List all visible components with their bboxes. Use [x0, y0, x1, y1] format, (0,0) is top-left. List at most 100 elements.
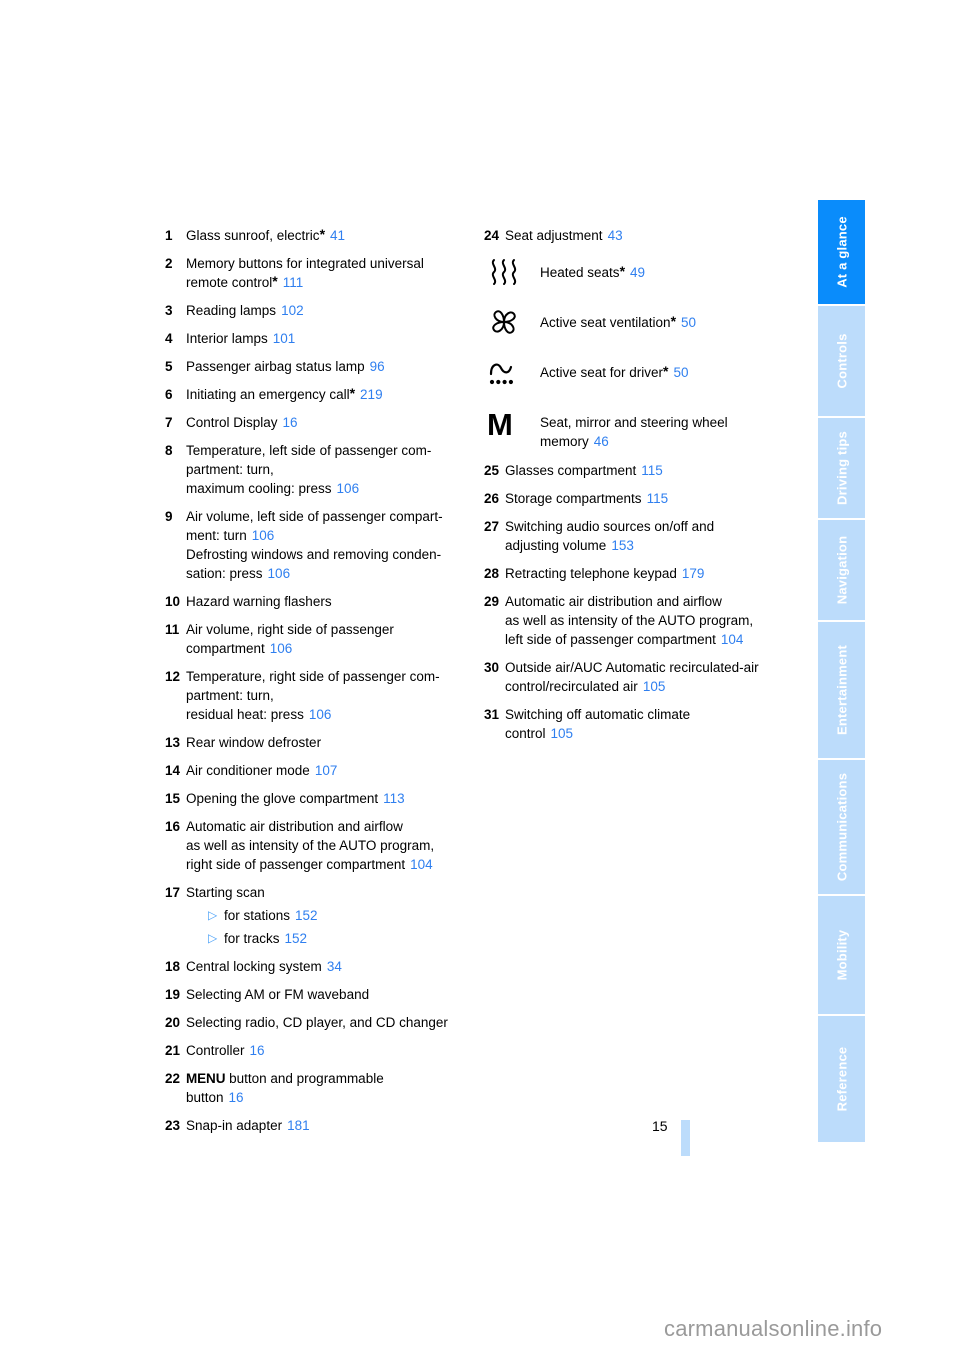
legend-sub-item: ▷ for stations 152: [208, 906, 475, 925]
page-reference-link[interactable]: 16: [283, 415, 298, 430]
legend-entry-number: 25: [484, 463, 500, 478]
page-reference-link[interactable]: 50: [674, 365, 689, 380]
entry-text: remote control: [186, 275, 273, 290]
page-reference-link[interactable]: 96: [370, 359, 385, 374]
entry-text: compartment: [186, 641, 265, 656]
page-reference-link[interactable]: 104: [721, 632, 744, 647]
entry-text: Passenger airbag status lamp: [186, 359, 365, 374]
entry-line: Reading lamps 102: [186, 301, 475, 320]
entry-line: button 16: [186, 1088, 475, 1107]
page-reference-link[interactable]: 152: [285, 929, 308, 948]
page-reference-link[interactable]: 105: [643, 679, 666, 694]
page-reference-link[interactable]: 152: [295, 906, 318, 925]
right-column: 24 Seat adjustment 43 Heated seats* 49 Active…: [484, 226, 804, 752]
page-reference-link[interactable]: 105: [551, 726, 574, 741]
memory-m-icon: M: [487, 406, 513, 442]
entry-text: Switching off automatic climate: [505, 707, 691, 722]
page-reference-link[interactable]: 34: [327, 959, 342, 974]
legend-entry-body: Opening the glove compartment 113: [186, 789, 475, 808]
menu-button-key-label: MENU: [186, 1071, 226, 1086]
legend-icon-cell: M: [484, 404, 540, 444]
entry-line: memory 46: [540, 432, 804, 451]
page-reference-link[interactable]: 219: [360, 387, 383, 402]
legend-entry: 26 Storage compartments 115: [484, 489, 804, 508]
page-reference-link[interactable]: 115: [647, 491, 669, 506]
page-reference-link[interactable]: 106: [337, 481, 360, 496]
legend-entry: 11 Air volume, right side of passenger com…: [165, 620, 475, 658]
legend-icon-text: Heated seats* 49: [540, 254, 804, 282]
legend-entry: 25 Glasses compartment 115: [484, 461, 804, 480]
entry-text: Selecting radio, CD player, and CD chang…: [186, 1015, 448, 1030]
entry-text: Automatic air distribution and airflow: [505, 594, 722, 609]
section-tab-navigation[interactable]: Navigation: [818, 520, 865, 620]
entry-text: Temperature, right side of passenger com…: [186, 669, 440, 684]
page-reference-link[interactable]: 106: [270, 641, 293, 656]
page-reference-link[interactable]: 179: [682, 566, 705, 581]
page-reference-link[interactable]: 43: [608, 228, 623, 243]
legend-entry: 16 Automatic air distribution and airflow…: [165, 817, 475, 874]
legend-entry-number: 22: [165, 1071, 181, 1086]
entry-line: Defrosting windows and removing conden-: [186, 545, 475, 564]
page-reference-link[interactable]: 113: [383, 791, 405, 806]
page-reference-link[interactable]: 111: [283, 275, 304, 290]
section-tab-entertainment[interactable]: Entertainment: [818, 622, 865, 758]
legend-entry-number: 28: [484, 566, 500, 581]
page-reference-link[interactable]: 106: [252, 528, 275, 543]
page-reference-link[interactable]: 102: [281, 303, 304, 318]
entry-text: Initiating an emergency call: [186, 387, 350, 402]
entry-line: Snap-in adapter 181: [186, 1116, 475, 1135]
entry-line: MENU button and programmable: [186, 1069, 475, 1088]
section-tab-at-a-glance[interactable]: At a glance: [818, 200, 865, 304]
page-reference-link[interactable]: 49: [630, 265, 645, 280]
section-tab-rail: At a glance Controls Driving tips Navigatio…: [818, 200, 865, 1142]
page-reference-link[interactable]: 153: [611, 538, 634, 553]
entry-line: remote control* 111: [186, 273, 475, 292]
section-tab-controls[interactable]: Controls: [818, 306, 865, 416]
page-reference-link[interactable]: 115: [641, 463, 663, 478]
entry-line: Switching audio sources on/off and: [505, 517, 804, 536]
page-reference-link[interactable]: 106: [309, 707, 332, 722]
page-reference-link[interactable]: 46: [594, 434, 609, 449]
page-reference-link[interactable]: 50: [681, 315, 696, 330]
page-reference-link[interactable]: 104: [410, 857, 433, 872]
entry-line: Seat adjustment 43: [505, 226, 804, 245]
legend-entry-body: Passenger airbag status lamp 96: [186, 357, 475, 376]
legend-entry-body: Interior lamps 101: [186, 329, 475, 348]
entry-line: sation: press 106: [186, 564, 475, 583]
page-reference-link[interactable]: 106: [268, 566, 291, 581]
left-column: 1 Glass sunroof, electric* 41 2 Memory butto…: [165, 226, 475, 1144]
optional-equipment-asterisk-icon: *: [670, 313, 677, 329]
legend-entry-body: Rear window defroster: [186, 733, 475, 752]
entry-line: Air conditioner mode 107: [186, 761, 475, 780]
legend-icon-cell: [484, 354, 540, 394]
legend-entry-body: Starting scan ▷ for stations 152 ▷ for tracks…: [186, 883, 475, 948]
legend-entry-body: Automatic air distribution and airflow as…: [186, 817, 475, 874]
legend-entry: 7 Control Display 16: [165, 413, 475, 432]
section-tab-reference[interactable]: Reference: [818, 1016, 865, 1142]
entry-line: Starting scan: [186, 883, 475, 902]
page-reference-link[interactable]: 107: [315, 763, 338, 778]
legend-entry: 23 Snap-in adapter 181: [165, 1116, 475, 1135]
legend-entry-number: 27: [484, 519, 500, 534]
triangle-bullet-icon: ▷: [208, 931, 218, 945]
entry-text: Interior lamps: [186, 331, 268, 346]
entry-line: control 105: [505, 724, 804, 743]
entry-line: Passenger airbag status lamp 96: [186, 357, 475, 376]
legend-entry: 20 Selecting radio, CD player, and CD cha…: [165, 1013, 475, 1032]
section-tab-label: Entertainment: [834, 644, 849, 736]
legend-entry-number: 10: [165, 594, 181, 609]
page-reference-link[interactable]: 101: [273, 331, 296, 346]
page-reference-link[interactable]: 16: [250, 1043, 265, 1058]
page-reference-link[interactable]: 181: [287, 1118, 310, 1133]
page-reference-link[interactable]: 16: [229, 1090, 244, 1105]
legend-entry: 15 Opening the glove compartment 113: [165, 789, 475, 808]
page-reference-link[interactable]: 41: [330, 228, 345, 243]
legend-entry-number: 14: [165, 763, 181, 778]
section-tab-communications[interactable]: Communications: [818, 760, 865, 894]
section-tab-driving-tips[interactable]: Driving tips: [818, 418, 865, 518]
legend-icon-entry: Active seat for driver* 50: [484, 354, 804, 394]
legend-sub-item-text: for stations: [224, 908, 291, 923]
section-tab-mobility[interactable]: Mobility: [818, 896, 865, 1014]
legend-entry-number: 29: [484, 594, 500, 609]
entry-text: Seat adjustment: [505, 228, 603, 243]
